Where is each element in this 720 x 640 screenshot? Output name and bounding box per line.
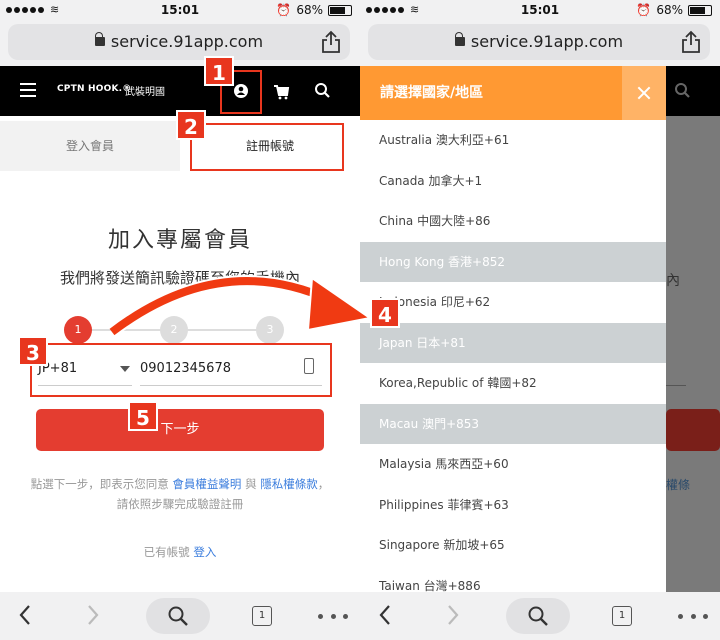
battery-icon <box>328 4 352 16</box>
member-rights-link[interactable]: 會員權益聲明 <box>172 477 241 491</box>
terms-text: 點選下一步，即表示您同意 會員權益聲明 與 隱私權條款，請依照步驟完成驗證註冊 <box>30 477 330 511</box>
annotation-badge-2: 2 <box>176 110 206 140</box>
country-item-korea[interactable]: Korea,Republic of 韓國+82 <box>360 363 666 404</box>
battery-icon <box>688 4 712 16</box>
annotation-badge-5: 5 <box>128 401 158 431</box>
site-logo[interactable]: CPTN HOOK.® <box>57 84 131 94</box>
share-icon[interactable] <box>680 30 702 54</box>
url-bar[interactable]: service.91app.com <box>368 24 710 60</box>
browser-toolbar: 1 <box>360 592 720 640</box>
dimmed-privacy-fragment: 權條 <box>666 478 691 492</box>
search-icon <box>675 83 690 98</box>
back-icon[interactable] <box>378 604 392 626</box>
country-item-taiwan[interactable]: Taiwan 台灣+886 <box>360 565 666 592</box>
page-title: 加入專屬會員 <box>107 228 252 253</box>
alarm-icon: ⏰ <box>276 3 292 17</box>
battery-percent: 68% <box>296 3 323 17</box>
country-item-macau[interactable]: Macau 澳門+853 <box>360 403 666 444</box>
step-1: 1 <box>64 316 92 344</box>
back-icon[interactable] <box>18 604 32 626</box>
privacy-link[interactable]: 隱私權條款 <box>260 477 318 491</box>
country-item-singapore[interactable]: Singapore 新加坡+65 <box>360 525 666 566</box>
tabs-count-button[interactable]: 1 <box>612 606 632 626</box>
country-item-china[interactable]: China 中國大陸+86 <box>360 201 666 242</box>
step-indicator: 1 2 3 <box>64 316 290 344</box>
country-list: Australia 澳大利亞+61 Canada 加拿大+1 China 中國大… <box>360 120 666 592</box>
more-icon[interactable] <box>318 614 348 620</box>
site-logo-sub: 武裝明國 <box>125 87 165 98</box>
left-phone-screen: ≋ 15:01 ⏰ 68% service.91app.com CPTN HOOK… <box>0 0 360 640</box>
browser-search-button[interactable] <box>506 598 570 634</box>
site-header: CPTN HOOK.® 武裝明國 <box>0 66 360 116</box>
next-button[interactable]: 下一步 <box>36 409 324 451</box>
status-bar: ≋ 15:01 ⏰ 68% <box>360 0 720 20</box>
tabs-count-button[interactable]: 1 <box>252 606 272 626</box>
country-item-canada[interactable]: Canada 加拿大+1 <box>360 160 666 201</box>
country-item-philippines[interactable]: Philippines 菲律賓+63 <box>360 484 666 525</box>
step-2: 2 <box>160 316 188 344</box>
country-item-hong-kong[interactable]: Hong Kong 香港+852 <box>360 241 666 282</box>
country-item-malaysia[interactable]: Malaysia 馬來西亞+60 <box>360 444 666 485</box>
search-icon <box>168 606 188 626</box>
browser-search-button[interactable] <box>146 598 210 634</box>
country-item-australia[interactable]: Australia 澳大利亞+61 <box>360 120 666 161</box>
annotation-box-register-tab <box>190 123 344 171</box>
cart-icon[interactable] <box>270 80 292 102</box>
browser-url-area: service.91app.com <box>360 20 720 66</box>
page-subtitle: 我們將發送簡訊驗證碼至您的手機內 <box>59 269 300 287</box>
modal-header: 請選擇國家/地區 <box>360 66 666 120</box>
right-phone-screen: ≋ 15:01 ⏰ 68% service.91app.com 內 權條 請選擇國… <box>360 0 720 640</box>
more-icon[interactable] <box>678 614 708 620</box>
dimmed-subtitle-fragment: 內 <box>666 273 680 289</box>
country-item-indonesia[interactable]: Indonesia 印尼+62 <box>360 282 666 323</box>
lock-icon <box>454 32 465 46</box>
screenshot-root: ≋ 15:01 ⏰ 68% service.91app.com CPTN HOOK… <box>0 0 720 640</box>
dimmed-next-button <box>666 409 720 451</box>
search-icon[interactable] <box>312 80 334 102</box>
annotation-box-phone-row <box>30 343 332 397</box>
have-account-text: 已有帳號 登入 <box>143 545 217 559</box>
menu-icon[interactable] <box>20 83 36 97</box>
login-link[interactable]: 登入 <box>193 545 216 559</box>
url-text: service.91app.com <box>470 32 624 51</box>
browser-url-area: service.91app.com <box>0 20 360 66</box>
share-icon[interactable] <box>320 30 342 54</box>
forward-icon[interactable] <box>446 604 460 626</box>
forward-icon[interactable] <box>86 604 100 626</box>
annotation-badge-4: 4 <box>370 298 400 328</box>
step-3: 3 <box>256 316 284 344</box>
battery-percent: 68% <box>656 3 683 17</box>
status-bar: ≋ 15:01 ⏰ 68% <box>0 0 360 20</box>
tab-login[interactable]: 登入會員 <box>0 121 180 171</box>
modal-title: 請選擇國家/地區 <box>380 85 484 101</box>
lock-icon <box>94 32 105 46</box>
browser-toolbar: 1 <box>0 592 360 640</box>
close-button[interactable] <box>622 66 666 120</box>
url-text: service.91app.com <box>110 32 264 51</box>
annotation-badge-3: 3 <box>18 336 48 366</box>
alarm-icon: ⏰ <box>636 3 652 17</box>
country-picker-modal: 請選擇國家/地區 Australia 澳大利亞+61 Canada 加拿大+1 … <box>360 66 666 592</box>
url-bar[interactable]: service.91app.com <box>8 24 350 60</box>
country-item-japan[interactable]: Japan 日本+81 <box>360 322 666 363</box>
search-icon <box>528 606 548 626</box>
annotation-badge-1: 1 <box>204 56 234 86</box>
